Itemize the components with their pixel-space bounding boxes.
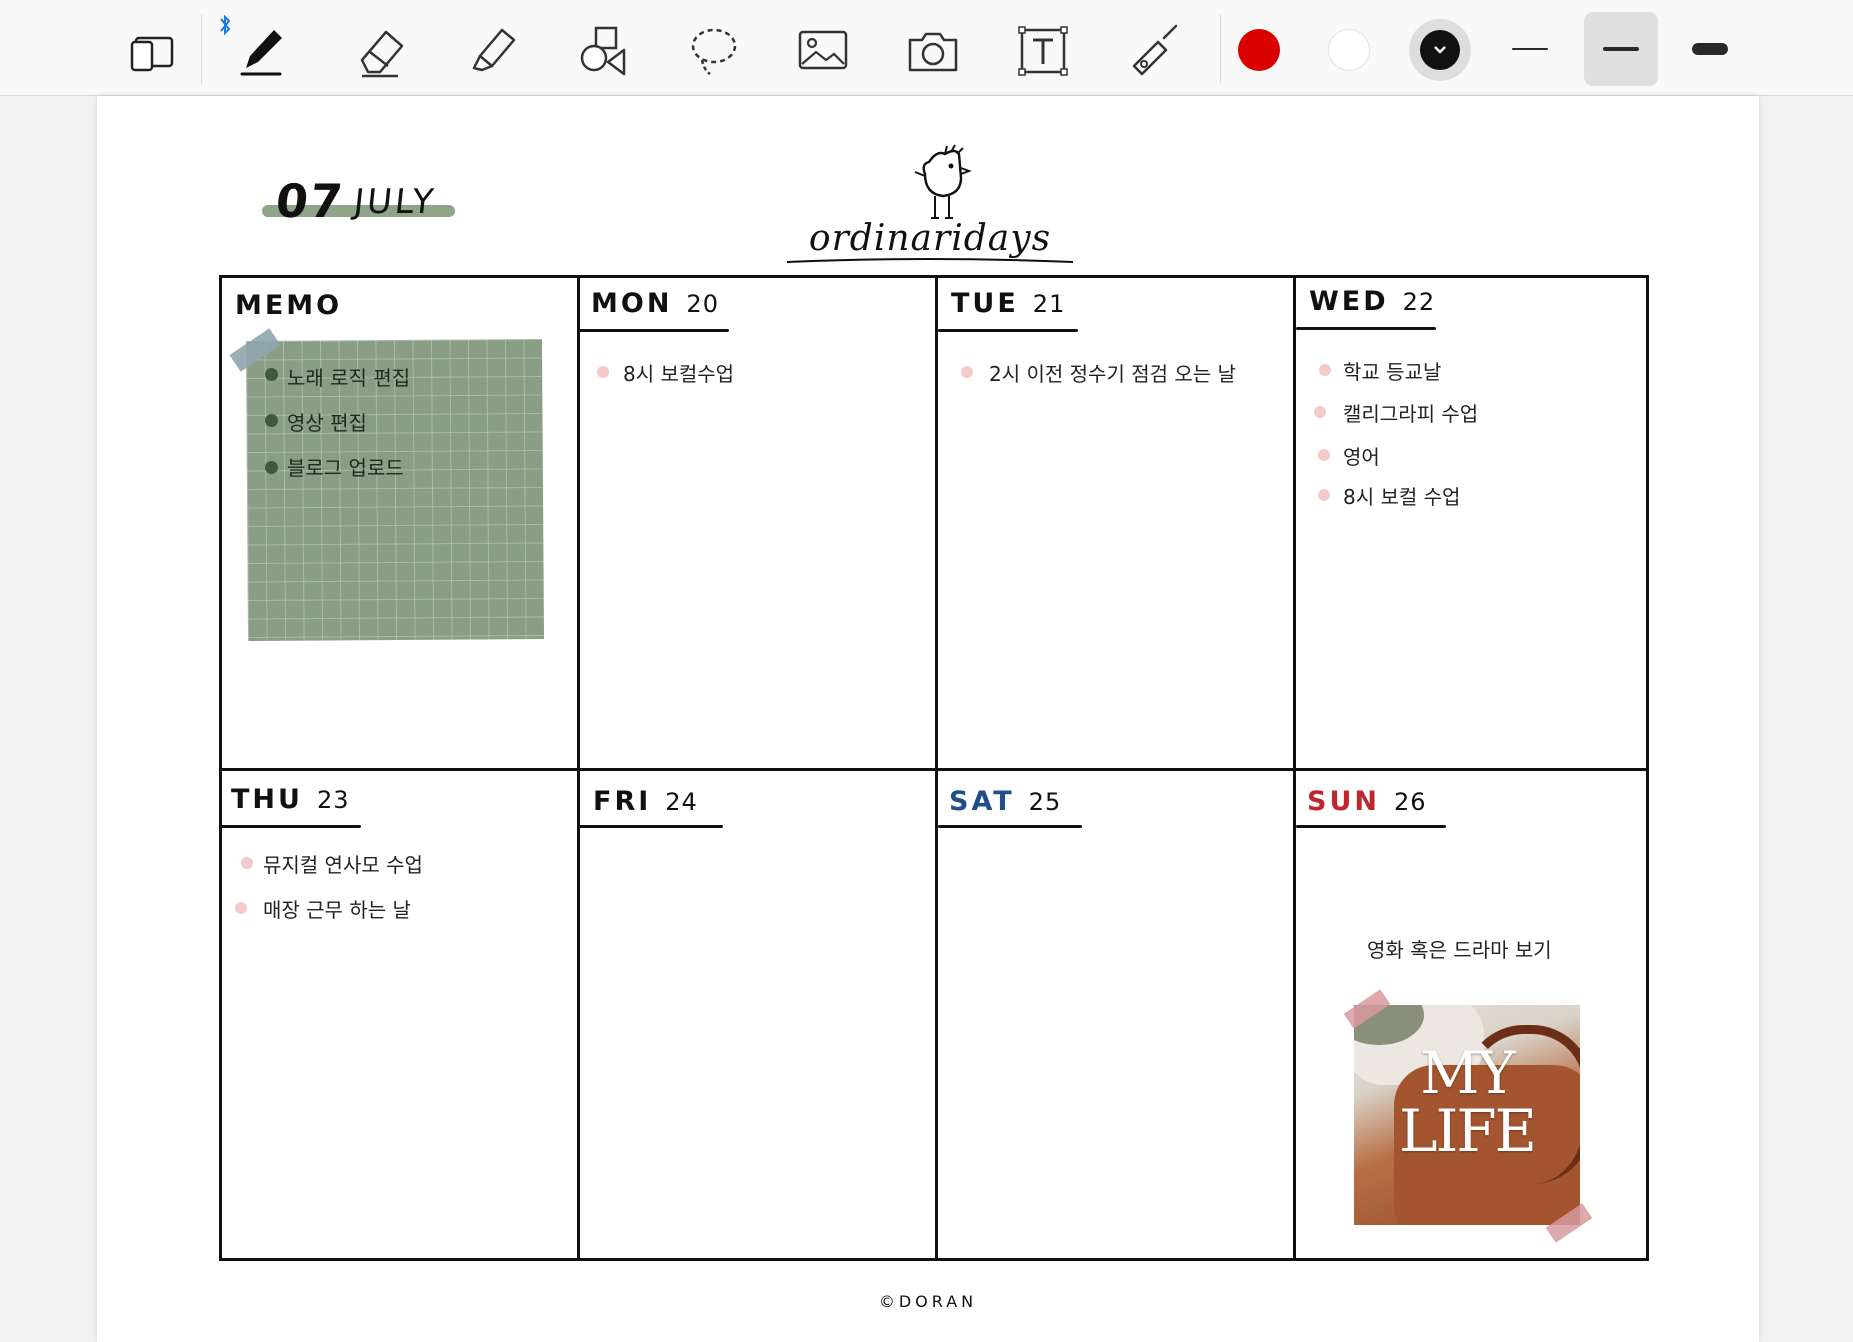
day-name: FRI <box>593 786 652 817</box>
memo-item: 영상 편집 <box>287 411 367 435</box>
stroke-width-thick[interactable] <box>1673 12 1747 86</box>
eraser-icon <box>360 30 404 78</box>
task-item: 매장 근무 하는 날 <box>263 898 411 922</box>
image-icon <box>798 30 848 70</box>
bird-doodle-icon <box>914 144 972 219</box>
day-number: 22 <box>1402 288 1436 316</box>
task-bullet <box>1314 406 1326 418</box>
task-item: 뮤지컬 연사모 수업 <box>263 853 423 877</box>
color-swatch-red[interactable] <box>1238 29 1280 71</box>
camera-tool-button[interactable] <box>896 14 968 86</box>
toolbar <box>0 0 1853 96</box>
brand-underline <box>786 258 1074 263</box>
date-header: 07 JULY <box>262 168 462 238</box>
color-swatch-black-selected[interactable] <box>1409 19 1471 81</box>
day-title-sat: SAT 25 <box>949 786 1061 817</box>
image-tool-button[interactable] <box>786 14 858 86</box>
day-name: TUE <box>951 288 1019 319</box>
day-title-wed: WED 22 <box>1309 286 1435 317</box>
task-bullet <box>235 902 247 914</box>
task-bullet <box>241 857 253 869</box>
day-name: THU <box>231 784 303 815</box>
page-layout-icon <box>130 36 174 72</box>
task-item: 8시 보컬 수업 <box>1343 485 1461 509</box>
day-number: 20 <box>686 290 719 318</box>
day-title-sun: SUN 26 <box>1307 786 1427 817</box>
memo-item: 노래 로직 편집 <box>287 366 411 390</box>
day-number: 24 <box>665 788 698 816</box>
day-title-fri: FRI 24 <box>593 786 698 817</box>
day-number: 23 <box>316 786 350 814</box>
shapes-icon <box>580 26 626 76</box>
day-title-tue: TUE 21 <box>951 288 1065 319</box>
stroke-width-medium[interactable] <box>1584 12 1658 86</box>
day-underline <box>938 329 1078 332</box>
day-number: 21 <box>1032 290 1066 318</box>
task-item: 영어 <box>1343 445 1380 469</box>
eraser-tool-button[interactable] <box>346 14 418 86</box>
day-underline <box>1296 825 1446 828</box>
memo-bullet <box>265 461 278 474</box>
day-underline <box>579 825 723 828</box>
task-bullet <box>1318 489 1330 501</box>
task-bullet <box>1318 449 1330 461</box>
lasso-tool-button[interactable] <box>676 14 748 86</box>
day-name: SAT <box>949 786 1015 817</box>
pen-icon <box>240 30 282 76</box>
laser-pointer-tool-button[interactable] <box>1116 14 1188 86</box>
task-item: 캘리그라피 수업 <box>1343 402 1479 426</box>
date-number: 07 <box>273 174 347 228</box>
chevron-down-icon <box>1434 46 1446 54</box>
my-life-photo-sticker[interactable]: MY LIFE <box>1354 1005 1580 1225</box>
day-underline <box>1296 327 1436 330</box>
toolbar-divider <box>1220 14 1221 84</box>
day-name: WED <box>1309 286 1389 317</box>
day-title-mon: MON 20 <box>591 288 719 319</box>
day-name: SUN <box>1307 786 1380 817</box>
shapes-tool-button[interactable] <box>566 14 638 86</box>
task-item: 2시 이전 정수기 점검 오는 날 <box>989 362 1236 386</box>
day-title-thu: THU 23 <box>231 784 350 815</box>
notebook-page[interactable]: 07 JULY ordinaridays MEMO 노래 로직 편집 영상 편집… <box>97 96 1759 1342</box>
page-layout-button[interactable] <box>116 14 188 86</box>
day-underline <box>938 825 1082 828</box>
task-bullet <box>961 366 973 378</box>
pen-tool-button[interactable] <box>226 14 298 86</box>
toolbar-divider <box>201 14 202 84</box>
memo-bullet <box>265 414 278 427</box>
stroke-thin-icon <box>1512 48 1548 50</box>
laser-pointer-icon <box>1132 24 1178 76</box>
day-underline <box>579 329 729 332</box>
day-name: MON <box>591 288 673 319</box>
photo-text-life: LIFE <box>1398 1097 1537 1165</box>
memo-bullet <box>265 368 278 381</box>
text-tool-button[interactable] <box>1006 14 1078 86</box>
credit-text: ©DORAN <box>878 1292 978 1311</box>
task-bullet <box>597 366 609 378</box>
day-number: 26 <box>1393 788 1427 816</box>
color-picker-chevron <box>1420 30 1460 70</box>
highlighter-tool-button[interactable] <box>456 14 528 86</box>
memo-title: MEMO <box>235 290 343 321</box>
stroke-medium-icon <box>1603 47 1639 51</box>
stroke-width-thin[interactable] <box>1493 12 1567 86</box>
task-item: 학교 등교날 <box>1343 360 1442 384</box>
stroke-thick-icon <box>1692 43 1728 55</box>
text-box-icon <box>1018 26 1068 76</box>
memo-item: 블로그 업로드 <box>287 456 404 480</box>
task-bullet <box>1319 364 1331 376</box>
day-number: 25 <box>1028 788 1062 816</box>
day-underline <box>221 825 361 828</box>
task-item: 영화 혹은 드라마 보기 <box>1367 938 1552 962</box>
brand-wordmark: ordinaridays <box>808 218 1052 259</box>
date-month: JULY <box>351 182 439 222</box>
highlighter-icon <box>472 28 516 72</box>
lasso-icon <box>691 28 737 76</box>
color-swatch-white[interactable] <box>1328 29 1370 71</box>
grid-divider <box>219 768 1649 771</box>
camera-icon <box>908 32 958 72</box>
task-item: 8시 보컬수업 <box>623 362 735 386</box>
